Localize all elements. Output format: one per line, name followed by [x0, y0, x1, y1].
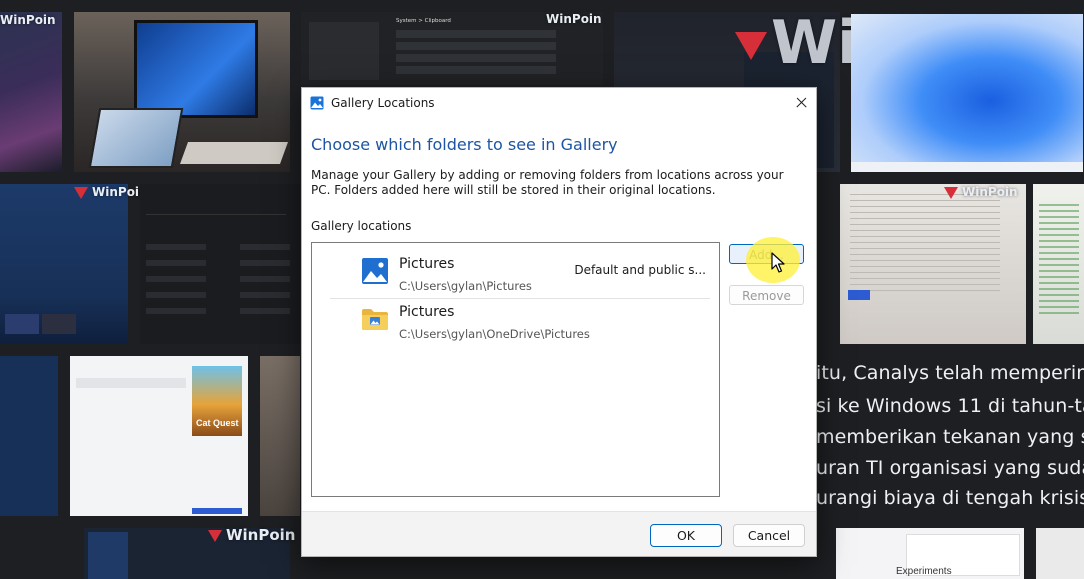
dialog-heading: Choose which folders to see in Gallery — [311, 135, 618, 154]
list-item[interactable]: Pictures C:\Users\gylan\OneDrive\Picture… — [330, 299, 710, 345]
list-item[interactable]: Pictures C:\Users\gylan\Pictures Default… — [330, 251, 710, 297]
photo-tile[interactable] — [1033, 184, 1084, 344]
location-tag: Default and public s... — [574, 263, 706, 277]
watermark-mark-icon — [208, 529, 222, 542]
location-name: Pictures — [399, 304, 455, 320]
watermark-logo: WinPoin — [546, 12, 602, 26]
dialog-title: Gallery Locations — [331, 96, 435, 110]
add-button[interactable]: Add... — [729, 244, 804, 264]
watermark-text: WinPoin — [962, 185, 1018, 199]
watermark-logo: WinPoin — [0, 13, 56, 27]
photo-tile[interactable] — [0, 184, 128, 344]
experiments-label: Experiments — [896, 566, 952, 577]
watermark-logo: WinPoin — [944, 185, 1018, 199]
gallery-locations-label: Gallery locations — [311, 219, 412, 233]
article-text-line: urangi biaya di tengah krisis ek — [816, 487, 1084, 509]
photo-tile[interactable] — [74, 12, 290, 172]
gallery-locations-list[interactable]: Pictures C:\Users\gylan\Pictures Default… — [311, 242, 720, 497]
dialog-description: Manage your Gallery by adding or removin… — [311, 168, 784, 197]
photo-tile[interactable] — [0, 12, 62, 172]
watermark-logo: WinPoin — [74, 185, 148, 199]
article-text-line: uran TI organisasi yang sudah b — [816, 457, 1084, 479]
cancel-button[interactable]: Cancel — [733, 524, 805, 547]
gallery-app-icon — [310, 96, 324, 110]
settings-title: System > Clipboard — [396, 18, 451, 24]
photo-tile[interactable] — [851, 14, 1083, 172]
close-button[interactable] — [786, 88, 816, 117]
remove-button[interactable]: Remove — [729, 285, 804, 305]
article-text-line: memberikan tekanan yang sign — [816, 426, 1084, 448]
dialog-footer: OK Cancel — [302, 511, 816, 556]
location-path: C:\Users\gylan\OneDrive\Pictures — [399, 327, 590, 341]
article-text-line: si ke Windows 11 di tahun-tahu — [816, 395, 1084, 417]
game-title: Cat Quest — [196, 418, 239, 428]
ok-button[interactable]: OK — [650, 524, 722, 547]
gallery-locations-dialog: Gallery Locations Choose which folders t… — [301, 87, 817, 557]
photo-tile[interactable]: Cat Quest — [70, 356, 248, 516]
photo-tile[interactable] — [840, 184, 1026, 344]
watermark-mark-icon — [735, 32, 767, 61]
photo-tile[interactable]: Experiments — [836, 528, 1024, 579]
watermark-mark-icon — [74, 186, 88, 199]
photo-tile[interactable] — [0, 356, 58, 516]
location-name: Pictures — [399, 256, 455, 272]
title-bar[interactable]: Gallery Locations — [302, 88, 816, 117]
folder-icon — [362, 309, 388, 330]
article-text-line: itu, Canalys telah memperinga — [816, 362, 1084, 384]
photo-tile[interactable] — [260, 356, 300, 516]
pictures-library-icon — [362, 258, 388, 284]
watermark-logo: WinPoin — [208, 526, 296, 544]
watermark-mark-icon — [944, 186, 958, 199]
photo-tile[interactable] — [1036, 528, 1084, 579]
location-path: C:\Users\gylan\Pictures — [399, 279, 532, 293]
photo-tile[interactable] — [140, 184, 300, 344]
watermark-text: WinPoin — [226, 526, 296, 544]
